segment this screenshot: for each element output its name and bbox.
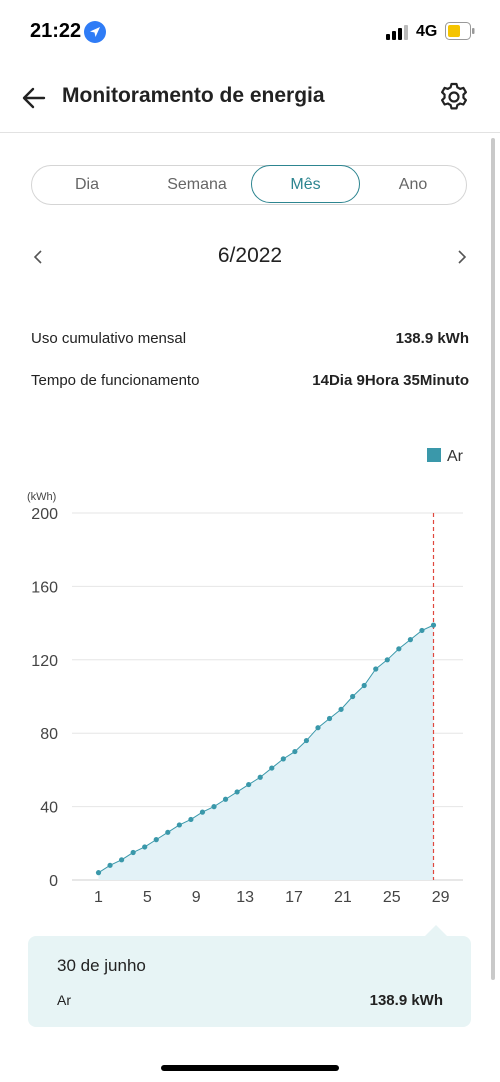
cumulative-usage-value: 138.9 kWh [395,330,469,347]
x-tick-label: 13 [236,889,254,906]
gear-icon[interactable] [437,80,471,114]
cumulative-usage-label: Uso cumulativo mensal [31,330,187,347]
x-tick-label: 5 [143,889,152,906]
chevron-right-icon[interactable] [452,244,472,270]
y-tick-label: 0 [49,873,58,890]
tooltip-caret [425,925,447,936]
energy-chart: 0 40 80 120 160 200 (kWh) 1 5 9 13 17 21 25 29 Ar [27,448,464,906]
y-tick-label: 200 [31,506,58,523]
data-point [142,844,148,850]
data-point [234,789,240,795]
tooltip-date: 30 de junho [57,956,146,975]
x-tick-label: 29 [432,889,450,906]
data-point [269,765,275,771]
data-point [95,870,102,876]
y-unit-label: (kWh) [27,491,56,503]
data-point [246,781,252,788]
status-bar: 21:22 4G [0,0,500,62]
data-point [373,666,379,672]
data-point [119,857,125,863]
back-arrow-icon[interactable] [18,82,50,114]
chevron-left-icon[interactable] [28,244,48,270]
battery-icon [445,22,475,40]
data-point [176,822,182,828]
data-point [430,622,437,628]
tooltip-value: 138.9 kWh [369,992,443,1009]
tooltip-series-label: Ar [57,992,71,1008]
tab-mes[interactable]: Mês [251,165,360,203]
period-tabs: Dia Semana Mês Ano [31,165,467,205]
data-point [338,706,344,712]
x-tick-label: 1 [94,889,103,906]
legend-swatch [427,448,441,462]
data-point [130,849,136,856]
data-point [222,796,229,802]
app-header: Monitoramento de energia [0,62,500,133]
data-point [384,657,390,663]
status-time: 21:22 [30,20,82,42]
x-tick-label: 25 [383,889,401,906]
data-point [396,646,402,652]
data-point [292,748,298,755]
x-tick-label: 21 [334,889,352,906]
cellular-signal-icon [386,25,408,40]
data-point [165,829,171,835]
data-point [153,837,159,843]
page-title: Monitoramento de energia [62,84,325,107]
y-tick-label: 80 [40,726,58,743]
location-arrow-icon [84,21,106,43]
data-point [107,862,113,868]
tab-dia[interactable]: Dia [32,166,142,204]
network-type-label: 4G [416,23,438,40]
data-point [361,682,367,689]
data-point [303,737,310,744]
home-indicator [161,1065,339,1071]
legend-label: Ar [447,448,464,465]
runtime-label: Tempo de funcionamento [31,372,200,389]
data-point [188,816,194,823]
data-tooltip: 30 de junho Ar 138.9 kWh [28,936,471,1027]
data-point [257,774,263,780]
data-point [350,693,356,700]
x-tick-label: 9 [192,889,201,906]
data-point [407,637,413,643]
data-point [326,715,333,722]
x-tick-label: 17 [285,889,303,906]
data-point [199,809,206,815]
period-label: 6/2022 [217,244,283,267]
y-tick-label: 120 [31,653,58,670]
tab-ano[interactable]: Ano [360,166,466,204]
y-tick-label: 40 [40,800,58,817]
tab-semana[interactable]: Semana [142,166,252,204]
data-point [315,725,321,731]
data-point [280,756,286,762]
y-tick-label: 160 [31,579,58,596]
data-point [419,627,425,634]
data-point [211,804,217,810]
runtime-value: 14Dia 9Hora 35Minuto [312,372,469,389]
